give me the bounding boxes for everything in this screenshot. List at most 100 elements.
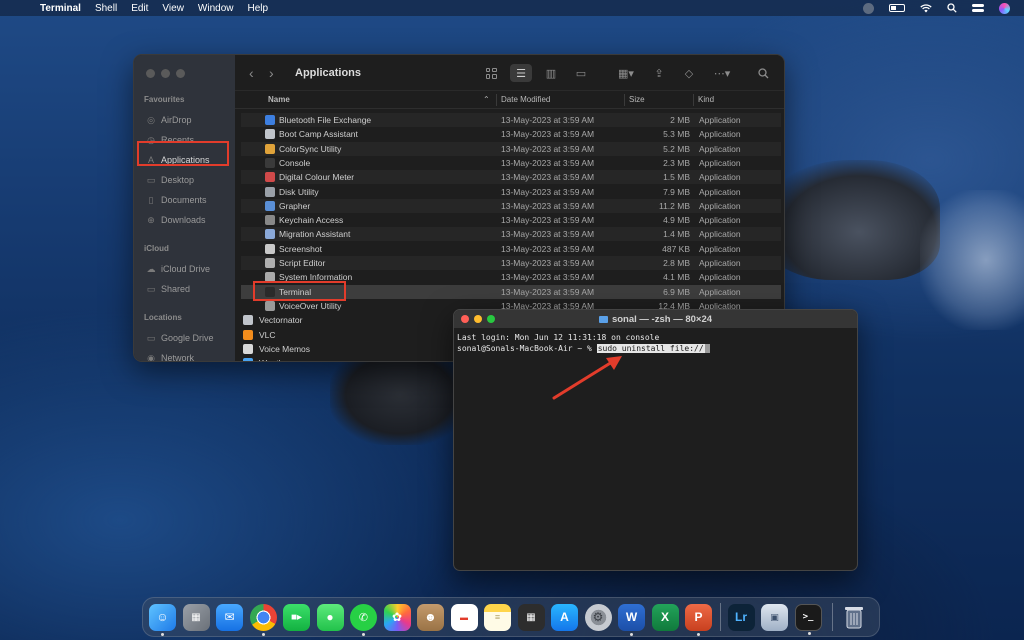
- file-size: 2.8 MB: [663, 258, 690, 268]
- column-kind[interactable]: Kind: [698, 95, 714, 104]
- sidebar-item-network[interactable]: ◉ Network: [134, 348, 235, 361]
- app-icon: [265, 115, 275, 125]
- launchpad-icon: ▦: [191, 611, 201, 623]
- sidebar-item-google-drive[interactable]: ▭ Google Drive: [134, 328, 235, 348]
- cloud-icon: ☁: [146, 264, 156, 274]
- table-row[interactable]: Digital Colour Meter 13-May-2023 at 3:59 …: [241, 170, 781, 185]
- gallery-view-button[interactable]: ▭: [570, 64, 592, 82]
- dock-lightroom[interactable]: Lr: [727, 603, 755, 631]
- tag-icon: ◇: [684, 67, 694, 80]
- menu-window[interactable]: Window: [198, 3, 234, 14]
- dock-contacts[interactable]: ☻: [417, 603, 444, 631]
- siri-icon[interactable]: [998, 2, 1010, 14]
- dock-app-store[interactable]: A: [551, 603, 578, 631]
- minimize-button[interactable]: [161, 69, 170, 78]
- table-row[interactable]: Disk Utility 13-May-2023 at 3:59 AM 7.9 MB…: [241, 185, 781, 199]
- search-icon[interactable]: [946, 3, 958, 13]
- menu-edit[interactable]: Edit: [131, 3, 148, 14]
- menu-shell[interactable]: Shell: [95, 3, 117, 14]
- table-row[interactable]: Boot Camp Assistant 13-May-2023 at 3:59 A…: [241, 127, 781, 141]
- file-kind: Application: [699, 229, 741, 240]
- forward-icon[interactable]: ›: [269, 65, 285, 81]
- search-button[interactable]: [752, 64, 774, 82]
- file-kind: Application: [699, 215, 741, 226]
- tag-button[interactable]: ◇: [678, 64, 700, 82]
- gear-icon: ⚙: [592, 610, 604, 624]
- table-row[interactable]: Bluetooth File Exchange 13-May-2023 at 3:…: [241, 113, 781, 127]
- menu-app-name[interactable]: Terminal: [40, 3, 81, 14]
- dock-terminal[interactable]: >_: [794, 603, 822, 635]
- terminal-window-controls: [461, 315, 495, 323]
- file-kind: Application: [699, 143, 741, 154]
- more-button[interactable]: ⋯▾: [708, 64, 736, 82]
- back-icon[interactable]: ‹: [249, 65, 265, 81]
- terminal-output[interactable]: Last login: Mon Jun 12 11:31:18 on conso…: [454, 328, 857, 358]
- share-button[interactable]: ⇪: [648, 64, 670, 82]
- dock-preview[interactable]: ▣: [761, 603, 788, 631]
- dock-finder[interactable]: ☺: [149, 603, 176, 636]
- file-date: 13-May-2023 at 3:59 AM: [501, 143, 595, 154]
- ellipsis-icon: ⋯▾: [713, 67, 731, 80]
- table-row[interactable]: ColorSync Utility 13-May-2023 at 3:59 AM 5…: [241, 141, 781, 156]
- battery-icon[interactable]: [888, 3, 906, 13]
- sidebar-item-desktop[interactable]: ▭ Desktop: [134, 170, 235, 190]
- table-row[interactable]: Screenshot 13-May-2023 at 3:59 AM 487 KB Ap…: [241, 242, 781, 256]
- app-store-icon: A: [560, 610, 569, 624]
- sidebar-item-downloads[interactable]: ⊕ Downloads: [134, 210, 235, 230]
- icon-view-button[interactable]: [480, 64, 502, 82]
- sidebar-item-airdrop[interactable]: ◎ AirDrop: [134, 110, 235, 130]
- profile-icon[interactable]: [862, 2, 874, 14]
- terminal-minimize-button[interactable]: [474, 315, 482, 323]
- column-name[interactable]: Name: [268, 95, 290, 104]
- dock-powerpoint[interactable]: P: [685, 603, 712, 636]
- dock-facetime[interactable]: ■▸: [283, 603, 310, 631]
- column-view-button[interactable]: ▥: [540, 64, 562, 82]
- dock-launchpad[interactable]: ▦: [182, 603, 210, 631]
- dock-excel[interactable]: X: [651, 603, 679, 631]
- dock-mail[interactable]: ✉: [216, 603, 243, 631]
- dock-chrome[interactable]: [249, 603, 277, 636]
- table-row[interactable]: Script Editor 13-May-2023 at 3:59 AM 2.8 M…: [241, 256, 781, 270]
- word-icon: W: [625, 610, 638, 624]
- file-date: 13-May-2023 at 3:59 AM: [501, 215, 595, 226]
- dock-messages[interactable]: ●: [316, 603, 344, 631]
- dock-trash[interactable]: [840, 604, 867, 631]
- list-view-button[interactable]: ☰: [510, 64, 532, 82]
- dock-notes[interactable]: ≡: [484, 603, 511, 631]
- file-size: 11.2 MB: [658, 200, 690, 211]
- app-icon: [265, 229, 275, 240]
- sidebar-item-icloud-drive[interactable]: ☁ iCloud Drive: [134, 259, 235, 279]
- file-date: 13-May-2023 at 3:59 AM: [501, 272, 595, 283]
- columns-icon: ▥: [545, 67, 557, 80]
- download-icon: ⊕: [147, 215, 155, 225]
- menu-view[interactable]: View: [162, 3, 184, 14]
- table-row[interactable]: Console 13-May-2023 at 3:59 AM 2.3 MB Appli…: [241, 156, 781, 170]
- table-row[interactable]: Grapher 13-May-2023 at 3:59 AM 11.2 MB Appl…: [241, 198, 781, 213]
- sidebar-item-shared[interactable]: ▭ Shared: [134, 279, 235, 299]
- sidebar-item-documents[interactable]: ▯ Documents: [134, 190, 235, 210]
- table-row[interactable]: Keychain Access 13-May-2023 at 3:59 AM 4.9…: [241, 213, 781, 227]
- dock-word[interactable]: W: [618, 603, 645, 636]
- group-button[interactable]: ▦▾: [612, 64, 640, 82]
- wifi-icon[interactable]: [920, 3, 932, 13]
- dock-system-settings[interactable]: ⚙: [584, 603, 612, 631]
- dock-whatsapp[interactable]: ✆: [350, 603, 377, 636]
- column-size[interactable]: Size: [629, 95, 645, 104]
- airdrop-icon: ◎: [147, 115, 155, 125]
- window-controls: [146, 69, 185, 78]
- terminal-zoom-button[interactable]: [487, 315, 495, 323]
- column-date[interactable]: Date Modified: [501, 95, 550, 104]
- dock-photos[interactable]: ✿: [383, 603, 411, 631]
- file-size: 4.9 MB: [663, 215, 690, 226]
- dock-calculator[interactable]: ▦: [517, 603, 545, 631]
- close-button[interactable]: [146, 69, 155, 78]
- list-icon: ☰: [516, 67, 526, 80]
- table-row[interactable]: Migration Assistant 13-May-2023 at 3:59 A…: [241, 227, 781, 242]
- file-kind: Application: [699, 272, 741, 283]
- zoom-button[interactable]: [176, 69, 185, 78]
- menu-help[interactable]: Help: [248, 3, 269, 14]
- dock-calendar[interactable]: ▬: [450, 603, 478, 631]
- terminal-close-button[interactable]: [461, 315, 469, 323]
- file-date: 13-May-2023 at 3:59 AM: [501, 186, 595, 197]
- control-center-icon[interactable]: [972, 3, 984, 13]
